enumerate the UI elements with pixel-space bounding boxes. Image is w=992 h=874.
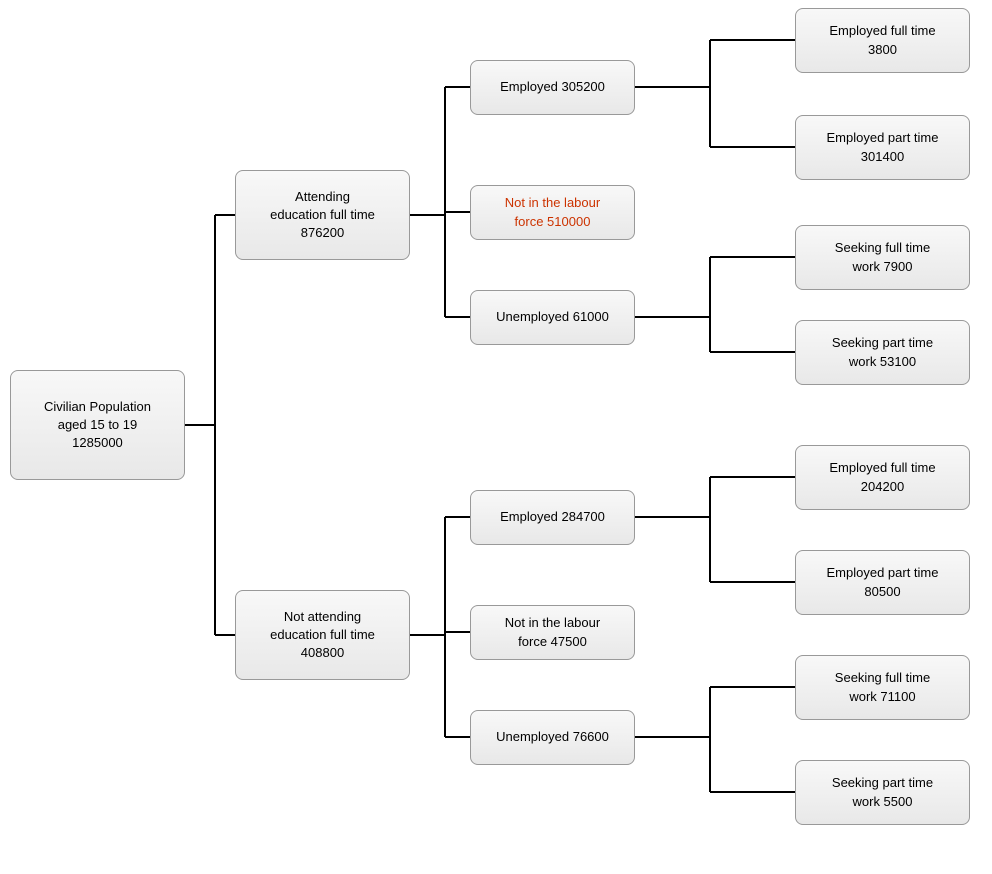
node-nilf-475: Not in the labour force 47500 — [470, 605, 635, 660]
node-ept-301400: Employed part time 301400 — [795, 115, 970, 180]
node-employed-284: Employed 284700 — [470, 490, 635, 545]
node-eft-204200: Employed full time 204200 — [795, 445, 970, 510]
node-root: Civilian Population aged 15 to 19 128500… — [10, 370, 185, 480]
node-spt-5500: Seeking part time work 5500 — [795, 760, 970, 825]
node-spt-53100: Seeking part time work 53100 — [795, 320, 970, 385]
node-employed-305: Employed 305200 — [470, 60, 635, 115]
diagram: Civilian Population aged 15 to 19 128500… — [0, 0, 992, 874]
node-nilf-510: Not in the labour force 510000 — [470, 185, 635, 240]
node-sft-71100: Seeking full time work 71100 — [795, 655, 970, 720]
node-eft-3800: Employed full time 3800 — [795, 8, 970, 73]
node-attending: Attending education full time 876200 — [235, 170, 410, 260]
node-unemployed-61: Unemployed 61000 — [470, 290, 635, 345]
node-not-attending: Not attending education full time 408800 — [235, 590, 410, 680]
node-sft-7900: Seeking full time work 7900 — [795, 225, 970, 290]
node-unemployed-76: Unemployed 76600 — [470, 710, 635, 765]
node-ept-80500: Employed part time 80500 — [795, 550, 970, 615]
